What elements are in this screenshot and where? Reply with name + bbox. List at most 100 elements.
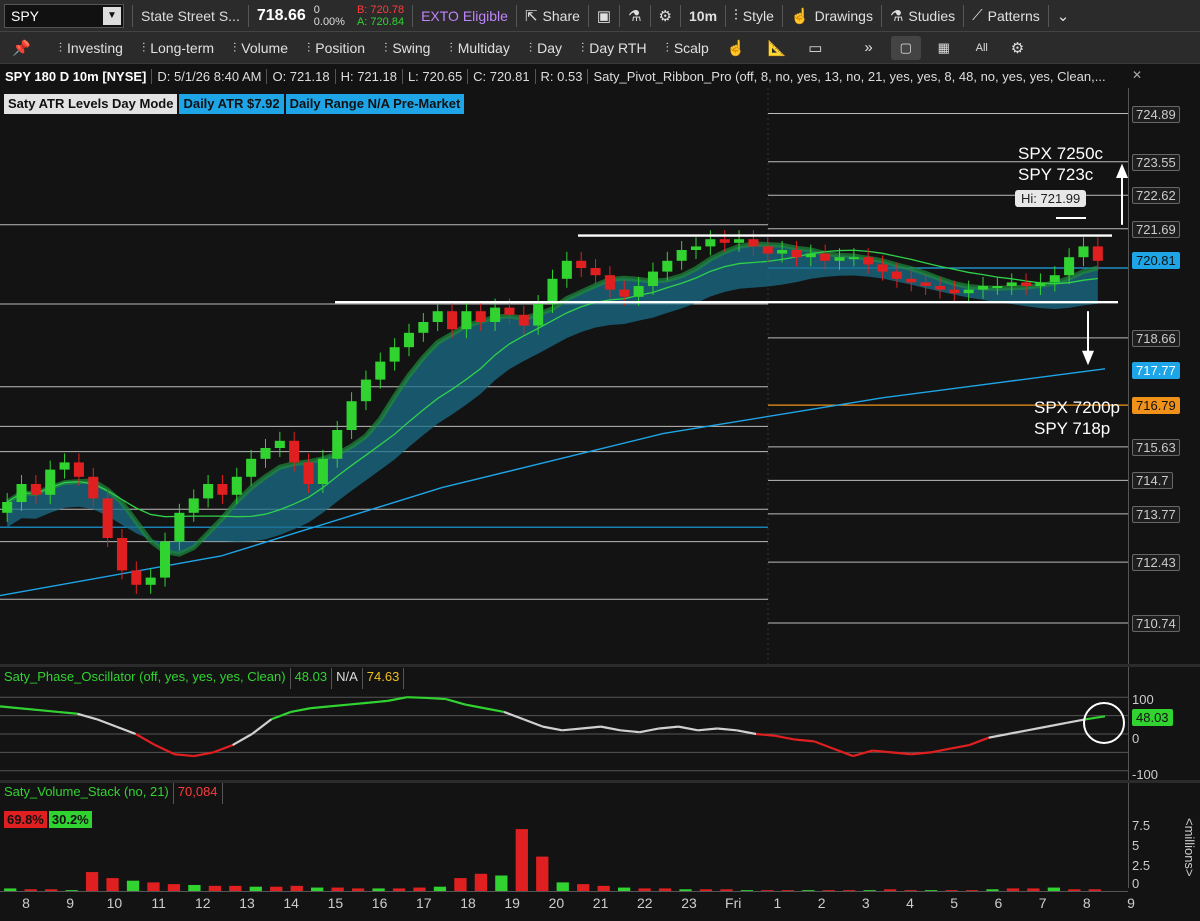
pin-icon[interactable]: 📌: [12, 39, 31, 57]
study-description[interactable]: Saty_Pivot_Ribbon_Pro (off, 8, no, yes, …: [588, 69, 1110, 84]
osc-segment: [77, 712, 98, 721]
candle-body: [547, 278, 558, 304]
candle-body: [604, 275, 615, 290]
symbol-selector[interactable]: SPY ▼: [4, 3, 124, 28]
volume-header: Saty_Volume_Stack (no, 21) 70,084: [0, 783, 223, 804]
candle-body: [561, 260, 572, 279]
preset-long-term[interactable]: ⫶ Long-term: [142, 40, 214, 56]
close-icon[interactable]: ✕: [1132, 68, 1142, 82]
studies-button[interactable]: ⚗ Studies: [890, 7, 955, 25]
candle-body: [2, 502, 13, 513]
hand-pointer-icon[interactable]: ☝: [727, 39, 746, 57]
time-axis[interactable]: 8 9 10 11 12 13 14 15 16 17 18 19 20 21 22 23 Fri 1 2 3 4 5 6 7…: [0, 891, 1135, 921]
price-chart[interactable]: [0, 88, 1128, 664]
time-label: 11: [151, 895, 166, 911]
oscillator-name[interactable]: Saty_Phase_Oscillator (off, yes, yes, ye…: [0, 668, 291, 689]
candle-body: [1092, 246, 1103, 261]
candle-body: [647, 271, 658, 286]
candle-body: [375, 361, 386, 380]
price-level-label: 712.43: [1132, 554, 1180, 572]
double-chevron-right-icon[interactable]: »: [864, 39, 872, 56]
all-button[interactable]: All: [967, 36, 997, 60]
highlight-circle: [1083, 701, 1125, 744]
rectangle-icon[interactable]: ▭: [808, 39, 822, 57]
share-icon: ⇱: [524, 7, 538, 25]
osc-segment: [717, 727, 737, 732]
phase-oscillator-chart[interactable]: [0, 688, 1128, 780]
interval-button[interactable]: 10m: [689, 8, 717, 24]
grid-layout-icon[interactable]: ▦: [929, 36, 959, 60]
preset-day[interactable]: ⫶ Day: [529, 40, 562, 56]
time-label: 9: [1127, 895, 1135, 911]
candle-body: [418, 322, 429, 333]
preset-scalp[interactable]: ⫶ Scalp: [666, 40, 709, 56]
time-label: 19: [504, 895, 520, 911]
preset-multiday[interactable]: ⫶ Multiday: [449, 40, 509, 56]
bar-open: O: 721.18: [267, 68, 336, 84]
pane-divider[interactable]: [0, 664, 1200, 667]
bid-ask-block: B: 720.78 A: 720.84: [357, 4, 404, 28]
top-toolbar: SPY ▼ State Street S... 718.66 0 0.00% B…: [0, 0, 1200, 32]
candle-body: [791, 250, 802, 258]
osc-segment: [581, 725, 602, 730]
exto-eligible[interactable]: EXTO Eligible: [421, 8, 508, 24]
osc-segment: [736, 729, 757, 736]
osc-segment: [407, 696, 427, 700]
candles-icon: ⫶: [665, 39, 669, 55]
gear-icon[interactable]: ⚙: [1011, 39, 1024, 57]
share-button[interactable]: ⇱ Share: [525, 7, 580, 25]
gear-icon[interactable]: ⚙: [659, 7, 672, 25]
flask-icon[interactable]: ⚗: [628, 7, 641, 25]
volume-bar: [577, 884, 590, 891]
candle-body: [590, 268, 601, 276]
candles-icon: ⫶: [141, 39, 146, 55]
preset-day-rth[interactable]: ⫶ Day RTH: [581, 40, 647, 56]
volume-study-name[interactable]: Saty_Volume_Stack (no, 21): [0, 783, 174, 804]
candle-body: [16, 484, 27, 502]
osc-segment: [232, 733, 253, 746]
osc-segment: [1027, 725, 1048, 732]
preset-investing[interactable]: ⫶ Investing: [59, 40, 123, 56]
osc-segment: [949, 743, 970, 750]
price-level-label: 718.66: [1132, 329, 1180, 347]
osc-segment: [368, 699, 388, 704]
volume-value: 70,084: [174, 783, 223, 804]
single-layout-icon[interactable]: ▢: [890, 35, 921, 60]
osc-segment: [523, 718, 544, 728]
preset-position[interactable]: ⫶ Position: [307, 40, 365, 56]
osc-segment: [542, 725, 563, 732]
chart-info-line: SPY 180 D 10m [NYSE] D: 5/1/26 8:40 AM O…: [0, 66, 1125, 86]
ruler-icon[interactable]: 📐: [768, 39, 787, 57]
drawings-button[interactable]: ☝ Drawings: [791, 7, 873, 25]
newspaper-icon[interactable]: ▣: [597, 7, 611, 25]
time-label: 7: [1038, 895, 1047, 911]
candle-body: [949, 289, 960, 294]
share-label: Share: [542, 7, 580, 24]
patterns-button[interactable]: ⟋ Patterns: [972, 7, 1040, 24]
chevron-down-icon[interactable]: ▼: [103, 6, 121, 25]
time-label: 8: [22, 895, 30, 911]
style-button[interactable]: ⫶ Style: [734, 7, 774, 24]
preset-volume[interactable]: ⫶ Volume: [233, 40, 288, 56]
candles-icon: ⫶: [233, 39, 237, 55]
time-label: 12: [195, 895, 211, 911]
osc-segment: [620, 729, 640, 734]
candle-body: [317, 458, 328, 484]
oscillator-value: 48.03: [291, 668, 333, 689]
candle-body: [303, 462, 314, 484]
pattern-icon: ⟋: [972, 7, 983, 24]
candle-body: [116, 538, 128, 571]
candle-body: [834, 257, 845, 261]
osc-segment: [484, 707, 505, 714]
candle-body: [848, 257, 859, 260]
chevron-down-icon[interactable]: ⌄: [1057, 7, 1070, 25]
call-annotation: SPX 7250c SPY 723c: [1018, 143, 1103, 185]
candle-body: [920, 282, 931, 286]
osc-current-value: 48.03: [1132, 709, 1173, 726]
time-label: 5: [950, 895, 959, 911]
volume-chart[interactable]: [0, 805, 1128, 891]
time-label: 8: [1082, 895, 1091, 911]
bar-close: C: 720.81: [468, 68, 536, 84]
osc-axis-0: 0: [1132, 731, 1140, 746]
preset-swing[interactable]: ⫶ Swing: [384, 40, 430, 56]
